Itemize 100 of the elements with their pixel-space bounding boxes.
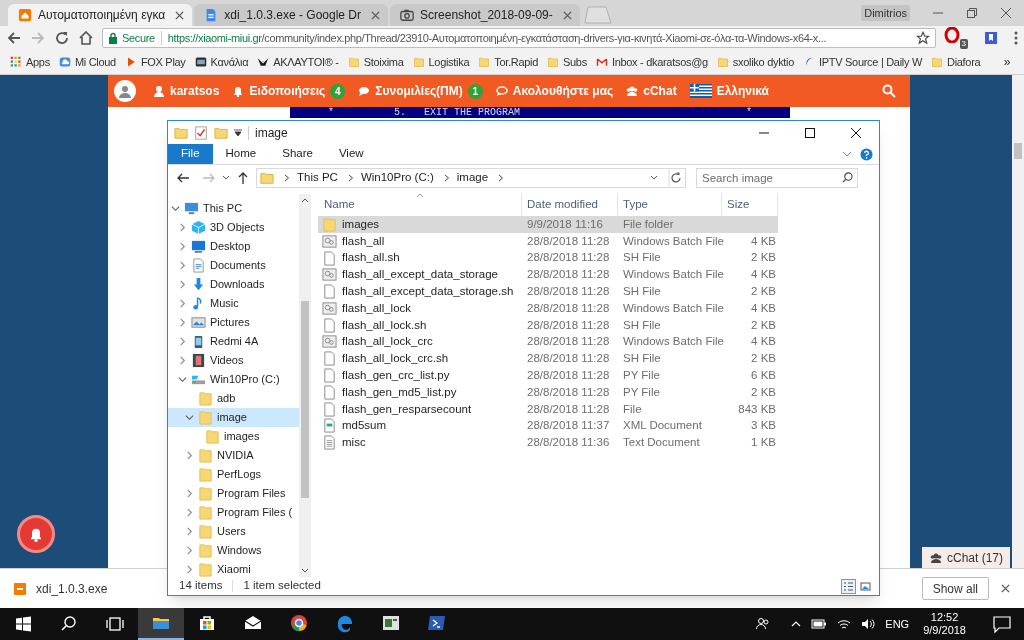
search-field[interactable]: Search image bbox=[696, 168, 858, 188]
tree-item[interactable]: Program Files ( bbox=[168, 503, 299, 522]
chevron-down-icon[interactable] bbox=[650, 175, 658, 181]
tree-item[interactable]: images bbox=[168, 427, 299, 446]
properties-icon[interactable] bbox=[194, 125, 208, 140]
address-bar[interactable]: This PC Win10Pro (C:) image bbox=[256, 168, 686, 188]
close-icon[interactable] bbox=[175, 10, 185, 20]
file-row[interactable]: flash_all_except_data_storage.sh 28/8/2018 11:28 SH File 2 KB bbox=[318, 283, 778, 300]
bookmark[interactable]: Logistika bbox=[412, 53, 470, 71]
show-all-button[interactable]: Show all bbox=[921, 577, 989, 600]
tree-item[interactable]: image bbox=[168, 408, 299, 427]
more-bookmarks-button[interactable]: » bbox=[1003, 53, 1010, 71]
tree-item[interactable]: Windows bbox=[168, 541, 299, 560]
chevron-down-icon[interactable] bbox=[222, 175, 230, 181]
bookmark[interactable]: Mi Cloud bbox=[58, 53, 116, 71]
file-row[interactable]: flash_gen_resparsecount 28/8/2018 11:28 File 843 KB bbox=[318, 400, 778, 418]
chevron-down-icon[interactable] bbox=[185, 413, 194, 422]
file-row[interactable]: md5sum 28/8/2018 11:37 XML Document 3 KB bbox=[318, 417, 778, 435]
breadcrumb-link[interactable]: This PC bbox=[297, 169, 338, 187]
file-row[interactable]: flash_gen_md5_list.py 28/8/2018 11:28 PY File 2 KB bbox=[318, 383, 778, 401]
bookmark[interactable]: ΑΚΛΑΥΤΟΙ® - bbox=[257, 53, 339, 71]
tree-item[interactable]: Videos bbox=[168, 351, 299, 370]
up-icon[interactable] bbox=[236, 171, 250, 185]
clock[interactable]: 12:52 9/9/2018 bbox=[919, 611, 970, 637]
restore-icon[interactable] bbox=[966, 7, 978, 19]
address-bar[interactable]: Secure https://xiaomi-miui.gr/community/index.php/Thread/23910-Αυτοματοποιημένη-εγκατάσταση-drivers-για-κινητά-Xiaomi-σε-όλα-τα-Windows-x64-x... bbox=[102, 28, 936, 48]
tree-item[interactable]: Xiaomi bbox=[168, 560, 299, 577]
breadcrumb-link[interactable]: Win10Pro (C:) bbox=[360, 169, 434, 187]
bookmark[interactable]: IPTV Source | Daily W bbox=[803, 53, 922, 71]
file-row[interactable]: flash_all_lock.sh 28/8/2018 11:28 SH File 2 KB bbox=[318, 316, 778, 334]
close-icon[interactable] bbox=[562, 10, 572, 20]
extension-button[interactable]: 3 bbox=[944, 27, 968, 49]
bookmark[interactable]: Inbox - dkaratsos@g bbox=[595, 53, 708, 71]
chevron-right-icon[interactable] bbox=[443, 174, 450, 182]
tree-item[interactable]: PerfLogs bbox=[168, 465, 299, 484]
file-row[interactable]: flash_all_lock_crc.sh 28/8/2018 11:28 SH File 2 KB bbox=[318, 350, 778, 368]
bookmark[interactable]: sxoliko dyktio bbox=[716, 53, 795, 71]
tree-item[interactable]: This PC bbox=[168, 199, 299, 218]
tree-item[interactable]: Documents bbox=[168, 256, 299, 275]
reload-icon[interactable] bbox=[54, 30, 70, 46]
tree-item[interactable]: adb bbox=[168, 389, 299, 408]
ribbon-tab[interactable]: Home bbox=[212, 144, 270, 164]
help-icon[interactable] bbox=[860, 147, 873, 161]
notification-button[interactable] bbox=[17, 515, 55, 553]
close-icon[interactable] bbox=[1001, 584, 1010, 593]
taskbar-button[interactable] bbox=[138, 608, 184, 640]
file-row[interactable]: images 9/9/2018 11:16 File folder bbox=[318, 216, 778, 233]
scrollbar[interactable] bbox=[299, 194, 311, 577]
ribbon-tab[interactable]: File bbox=[168, 144, 213, 164]
tree-item[interactable]: 3D Objects bbox=[168, 218, 299, 237]
home-icon[interactable] bbox=[78, 30, 94, 46]
battery-icon[interactable] bbox=[811, 619, 828, 629]
bookmark[interactable]: Κανάλια bbox=[194, 53, 249, 71]
ribbon-tab[interactable]: View bbox=[325, 144, 377, 164]
chevron-right-icon[interactable] bbox=[284, 174, 290, 182]
browser-tab[interactable]: Αυτοματοποιημένη εγκα bbox=[8, 4, 193, 26]
file-row[interactable]: flash_all_except_data_storage 28/8/2018 11:28 Windows Batch File 4 KB bbox=[318, 266, 778, 284]
tree-item[interactable]: Downloads bbox=[168, 275, 299, 294]
file-row[interactable]: misc 28/8/2018 11:36 Text Document 1 KB bbox=[318, 434, 778, 452]
bookmark[interactable]: Tor.Rapid bbox=[478, 53, 538, 71]
star-icon[interactable] bbox=[916, 31, 930, 45]
file-row[interactable]: flash_all_lock_crc 28/8/2018 11:28 Windows Batch File 4 KB bbox=[318, 333, 778, 351]
bookmark[interactable]: Apps bbox=[10, 53, 50, 71]
browser-tab[interactable]: Screenshot_2018-09-09- bbox=[390, 4, 580, 26]
chat-button[interactable]: cChat (17) bbox=[922, 547, 1010, 568]
people-icon[interactable] bbox=[755, 616, 772, 632]
chevron-up-icon[interactable] bbox=[791, 619, 802, 629]
file-row[interactable]: flash_all_lock 28/8/2018 11:28 Windows Batch File 4 KB bbox=[318, 300, 778, 317]
bookmark[interactable]: Diafora bbox=[931, 53, 981, 71]
bookmark[interactable]: FOX Play bbox=[124, 53, 186, 71]
bookmark[interactable]: Stoixima bbox=[347, 53, 404, 71]
tree-item[interactable]: NVIDIA bbox=[168, 446, 299, 465]
bookmark-icon[interactable] bbox=[984, 31, 998, 45]
tree-item[interactable]: Program Files bbox=[168, 484, 299, 503]
details-view-button[interactable] bbox=[841, 578, 856, 594]
bookmark[interactable]: Subs bbox=[547, 53, 587, 71]
volume-icon[interactable] bbox=[861, 618, 876, 630]
browser-tab[interactable]: xdi_1.0.3.exe - Google Dr bbox=[194, 4, 389, 26]
tree-item[interactable]: Pictures bbox=[168, 313, 299, 332]
ribbon-tab[interactable]: Share bbox=[269, 144, 326, 164]
chevron-right-icon[interactable] bbox=[347, 174, 354, 182]
chevron-right-icon[interactable] bbox=[498, 174, 505, 182]
chevron-down-icon[interactable] bbox=[171, 204, 180, 213]
tree-item[interactable]: Redmi 4A bbox=[168, 332, 299, 351]
file-row[interactable]: flash_gen_crc_list.py 28/8/2018 11:28 PY File 6 KB bbox=[318, 367, 778, 384]
back-icon[interactable] bbox=[6, 30, 22, 46]
tree-item[interactable]: Users bbox=[168, 522, 299, 541]
file-row[interactable]: flash_all 28/8/2018 11:28 Windows Batch File 4 KB bbox=[318, 232, 778, 250]
breadcrumb-link[interactable]: image bbox=[456, 169, 489, 187]
download-item[interactable]: xdi_1.0.3.exe bbox=[14, 579, 108, 598]
menu-icon[interactable] bbox=[1014, 31, 1018, 45]
chevron-down-icon[interactable] bbox=[842, 150, 852, 158]
caret-icon[interactable] bbox=[234, 128, 242, 137]
language-indicator[interactable]: ENG bbox=[885, 615, 910, 633]
file-row[interactable]: flash_all.sh 28/8/2018 11:28 SH File 2 KB bbox=[318, 249, 778, 267]
tree-item[interactable]: Music bbox=[168, 294, 299, 313]
tree-item[interactable]: Win10Pro (C:) bbox=[168, 370, 299, 389]
back-icon[interactable] bbox=[176, 171, 190, 185]
close-icon[interactable] bbox=[1000, 7, 1012, 19]
tree-item[interactable]: Desktop bbox=[168, 237, 299, 256]
